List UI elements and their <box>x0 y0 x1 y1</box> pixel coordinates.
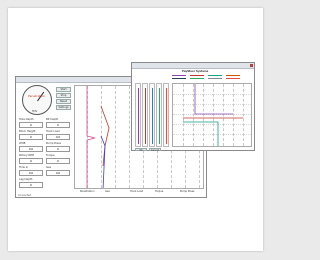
field-value: 0 <box>19 122 43 128</box>
field-value: 0.0 <box>19 146 43 152</box>
field-label: Torque <box>46 154 55 157</box>
dialog-track <box>156 83 162 147</box>
control-button[interactable]: Start <box>56 87 71 92</box>
control-button[interactable]: Settings <box>56 105 71 110</box>
legend-swatch <box>226 78 240 79</box>
gas-trace <box>100 105 110 167</box>
field-label: Pump Press <box>46 142 61 145</box>
field-label: Hole Depth <box>19 118 34 121</box>
plot-footer-label: Hook Load <box>130 190 144 193</box>
field-value: 0 <box>46 122 70 128</box>
dialog-close-button[interactable] <box>250 64 253 67</box>
legend-swatch <box>172 78 186 79</box>
control-button[interactable]: Stop <box>56 93 71 98</box>
field-value: 0.0 <box>19 170 43 176</box>
field-value: 0.0 <box>46 134 70 140</box>
legend-swatch <box>190 78 204 79</box>
field-value: 0 <box>46 146 70 152</box>
dialog-track <box>142 83 148 147</box>
dialog-trace-1 <box>194 84 233 115</box>
dialog-track <box>163 83 169 147</box>
legend-swatch <box>226 75 240 76</box>
field-label: Block Height <box>19 130 36 133</box>
gauge-unit: ft/hr <box>32 110 38 113</box>
track-line <box>145 88 146 144</box>
status-text: Connected <box>18 194 31 197</box>
control-button[interactable]: Reset <box>56 99 71 104</box>
legend-swatch <box>190 75 204 76</box>
rop-trace <box>86 86 96 188</box>
field-label: WOB <box>19 142 26 145</box>
field-value: 0 <box>19 182 43 188</box>
field-label: Hook Load <box>46 130 60 133</box>
field-label: Bit Depth <box>46 118 59 121</box>
legend-swatch <box>208 78 222 79</box>
plot-footer-label: Gas <box>105 190 110 193</box>
dialog-plot <box>172 83 252 147</box>
track-line <box>152 88 153 144</box>
track-line <box>138 88 139 144</box>
field-label: Gas <box>46 166 51 169</box>
field-label: Flow In <box>19 166 29 169</box>
track-line <box>166 88 167 144</box>
field-value: 0 <box>46 158 70 164</box>
track-line <box>159 88 160 144</box>
plot-footer-label: Torque <box>155 190 164 193</box>
dialog-track <box>149 83 155 147</box>
legend-swatch <box>208 75 222 76</box>
dialog-traces <box>183 84 243 146</box>
gauge-title: Penetration <box>28 94 46 98</box>
dialog-track <box>135 83 141 147</box>
field-label: Lag Depth <box>19 178 33 181</box>
dialog-button[interactable]: OK <box>135 148 147 152</box>
dialog-trace-3 <box>183 121 219 146</box>
plot-footer-label: Pump Press <box>180 190 195 193</box>
field-value: 0 <box>19 134 43 140</box>
field-label: Rotary RPM <box>19 154 34 157</box>
dialog-titlebar <box>132 63 254 69</box>
dialog-button[interactable]: Cancel <box>149 148 161 152</box>
legend-swatch <box>172 75 186 76</box>
plot-footer-label: Penetration <box>80 190 95 193</box>
dialog-window: PaySteer Systems OK Cancel <box>131 62 255 152</box>
field-value: 0 <box>19 158 43 164</box>
dialog-header: PaySteer Systems <box>182 70 209 73</box>
field-value: 0.0 <box>46 170 70 176</box>
